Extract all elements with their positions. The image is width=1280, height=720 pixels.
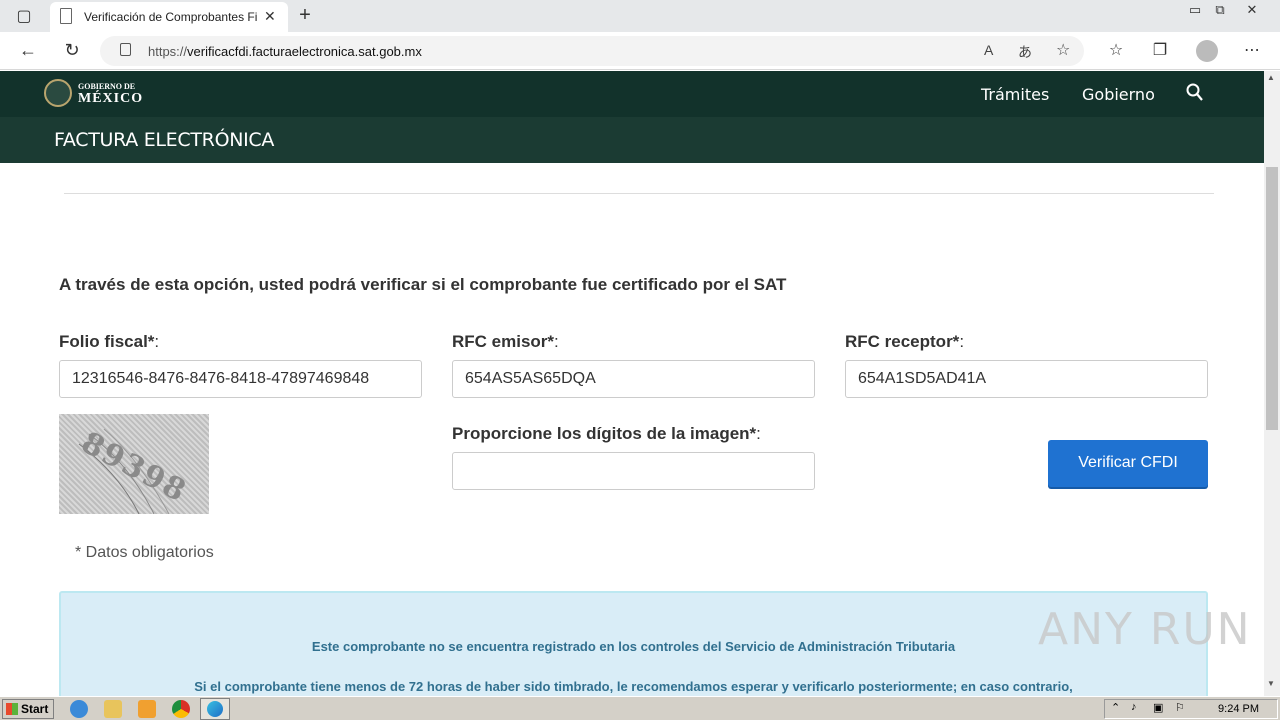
- close-tab-icon[interactable]: ✕: [264, 8, 276, 25]
- windows-logo-icon: [6, 703, 18, 715]
- rfc-emisor-input[interactable]: 654AS5AS65DQA: [452, 360, 815, 398]
- add-favorite-icon[interactable]: ☆: [1056, 40, 1070, 60]
- collections-icon[interactable]: ❐: [1148, 40, 1172, 60]
- required-note: * Datos obligatorios: [75, 544, 214, 561]
- address-bar: ← ↻ https://verificacfdi.facturaelectron…: [0, 32, 1280, 70]
- alert-line2: Si el comprobante tiene menos de 72 hora…: [194, 679, 1073, 694]
- gob-mx-logo[interactable]: GOBIERNO DE MÉXICO: [44, 79, 154, 109]
- start-button[interactable]: Start: [2, 699, 54, 719]
- flag-icon[interactable]: ⚐: [1175, 701, 1185, 714]
- folio-fiscal-input[interactable]: 12316546-8476-8476-8418-47897469848: [59, 360, 422, 398]
- tray-expand-icon[interactable]: ⌃: [1111, 701, 1120, 714]
- tab-title: Verificación de Comprobantes Fi: [84, 10, 258, 24]
- folio-label-colon: :: [154, 332, 160, 351]
- more-menu-icon[interactable]: ⋯: [1240, 40, 1264, 60]
- search-icon[interactable]: [1186, 83, 1204, 103]
- clock[interactable]: 9:24 PM: [1218, 703, 1259, 715]
- url-field[interactable]: https://verificacfdi.facturaelectronica.…: [100, 36, 1084, 66]
- start-label: Start: [21, 702, 49, 716]
- rfc-receptor-label: RFC receptor*:: [845, 332, 964, 352]
- rfc-emisor-label: RFC emisor*:: [452, 332, 559, 352]
- volume-icon[interactable]: ♪: [1131, 701, 1137, 713]
- folio-label-text: Folio fiscal*: [59, 332, 155, 351]
- read-aloud-icon[interactable]: A: [984, 42, 993, 58]
- network-icon[interactable]: ▣: [1153, 701, 1163, 714]
- new-tab-icon[interactable]: +: [293, 4, 317, 27]
- edge-taskbar-button[interactable]: [200, 698, 230, 720]
- emblem-icon: [44, 79, 72, 107]
- page-scrollbar[interactable]: ▲ ▼: [1264, 71, 1280, 696]
- windows-taskbar: Start ⌃ ♪ ▣ ⚐ 9:24 PM: [0, 696, 1280, 720]
- media-player-icon[interactable]: [138, 700, 156, 718]
- browser-tab-bar: ▢ Verificación de Comprobantes Fi ✕ + ▭ …: [0, 0, 1280, 32]
- back-icon[interactable]: ←: [16, 40, 40, 61]
- url-prefix: https://: [148, 44, 188, 59]
- logo-line1: GOBIERNO DE: [78, 82, 136, 91]
- divider: [64, 193, 1214, 194]
- folio-label: Folio fiscal*:: [59, 332, 159, 352]
- minimize-icon[interactable]: ▭: [1183, 2, 1207, 18]
- favorites-icon[interactable]: ☆: [1104, 40, 1128, 60]
- translate-icon[interactable]: あ: [1018, 42, 1032, 62]
- site-title-bar: FACTURA ELECTRÓNICA: [0, 117, 1264, 163]
- verify-cfdi-button[interactable]: Verificar CFDI: [1048, 440, 1208, 487]
- nav-gobierno[interactable]: Gobierno: [1082, 85, 1155, 104]
- rfc-receptor-input[interactable]: 654A1SD5AD41A: [845, 360, 1208, 398]
- alert-box: Este comprobante no se encuentra registr…: [59, 591, 1208, 696]
- scroll-up-icon[interactable]: ▲: [1267, 73, 1275, 82]
- close-window-icon[interactable]: ✕: [1240, 2, 1264, 18]
- ie-icon[interactable]: [70, 700, 88, 718]
- captcha-label-text: Proporcione los dígitos de la imagen*: [452, 424, 757, 443]
- url-host: verificacfdi.facturaelectronica.sat.gob.…: [187, 44, 422, 59]
- nav-tramites[interactable]: Trámites: [981, 85, 1049, 104]
- rfc-emisor-label-text: RFC emisor*: [452, 332, 555, 351]
- captcha-label-colon: :: [756, 424, 761, 443]
- scroll-thumb[interactable]: [1266, 167, 1278, 430]
- url-text: https://verificacfdi.facturaelectronica.…: [148, 44, 422, 59]
- gov-header: GOBIERNO DE MÉXICO Trámites Gobierno: [0, 71, 1264, 117]
- restore-icon[interactable]: ⧉: [1208, 2, 1232, 18]
- rfc-emisor-label-colon: :: [554, 332, 559, 351]
- logo-line2: MÉXICO: [78, 91, 144, 106]
- system-tray: ⌃ ♪ ▣ ⚐ 9:24 PM: [1104, 699, 1278, 719]
- captcha-image: 89398: [59, 414, 209, 514]
- lock-icon: [120, 43, 131, 56]
- scroll-down-icon[interactable]: ▼: [1267, 679, 1275, 688]
- site-title: FACTURA ELECTRÓNICA: [54, 129, 275, 151]
- explorer-icon[interactable]: [104, 700, 122, 718]
- tab-actions-icon[interactable]: ▢: [12, 6, 36, 26]
- edge-icon: [207, 701, 223, 717]
- intro-text: A través de esta opción, usted podrá ver…: [59, 275, 787, 294]
- captcha-input[interactable]: [452, 452, 815, 490]
- profile-avatar[interactable]: [1196, 40, 1218, 62]
- browser-tab[interactable]: Verificación de Comprobantes Fi ✕: [50, 2, 288, 32]
- refresh-icon[interactable]: ↻: [60, 40, 84, 61]
- alert-line1: Este comprobante no se encuentra registr…: [311, 639, 956, 654]
- page-icon: [60, 8, 72, 24]
- anyrun-watermark: ANY RUN: [1038, 604, 1252, 655]
- chrome-icon[interactable]: [172, 700, 190, 718]
- rfc-receptor-label-colon: :: [959, 332, 965, 351]
- rfc-receptor-label-text: RFC receptor*: [845, 332, 960, 351]
- captcha-label: Proporcione los dígitos de la imagen*:: [452, 424, 761, 444]
